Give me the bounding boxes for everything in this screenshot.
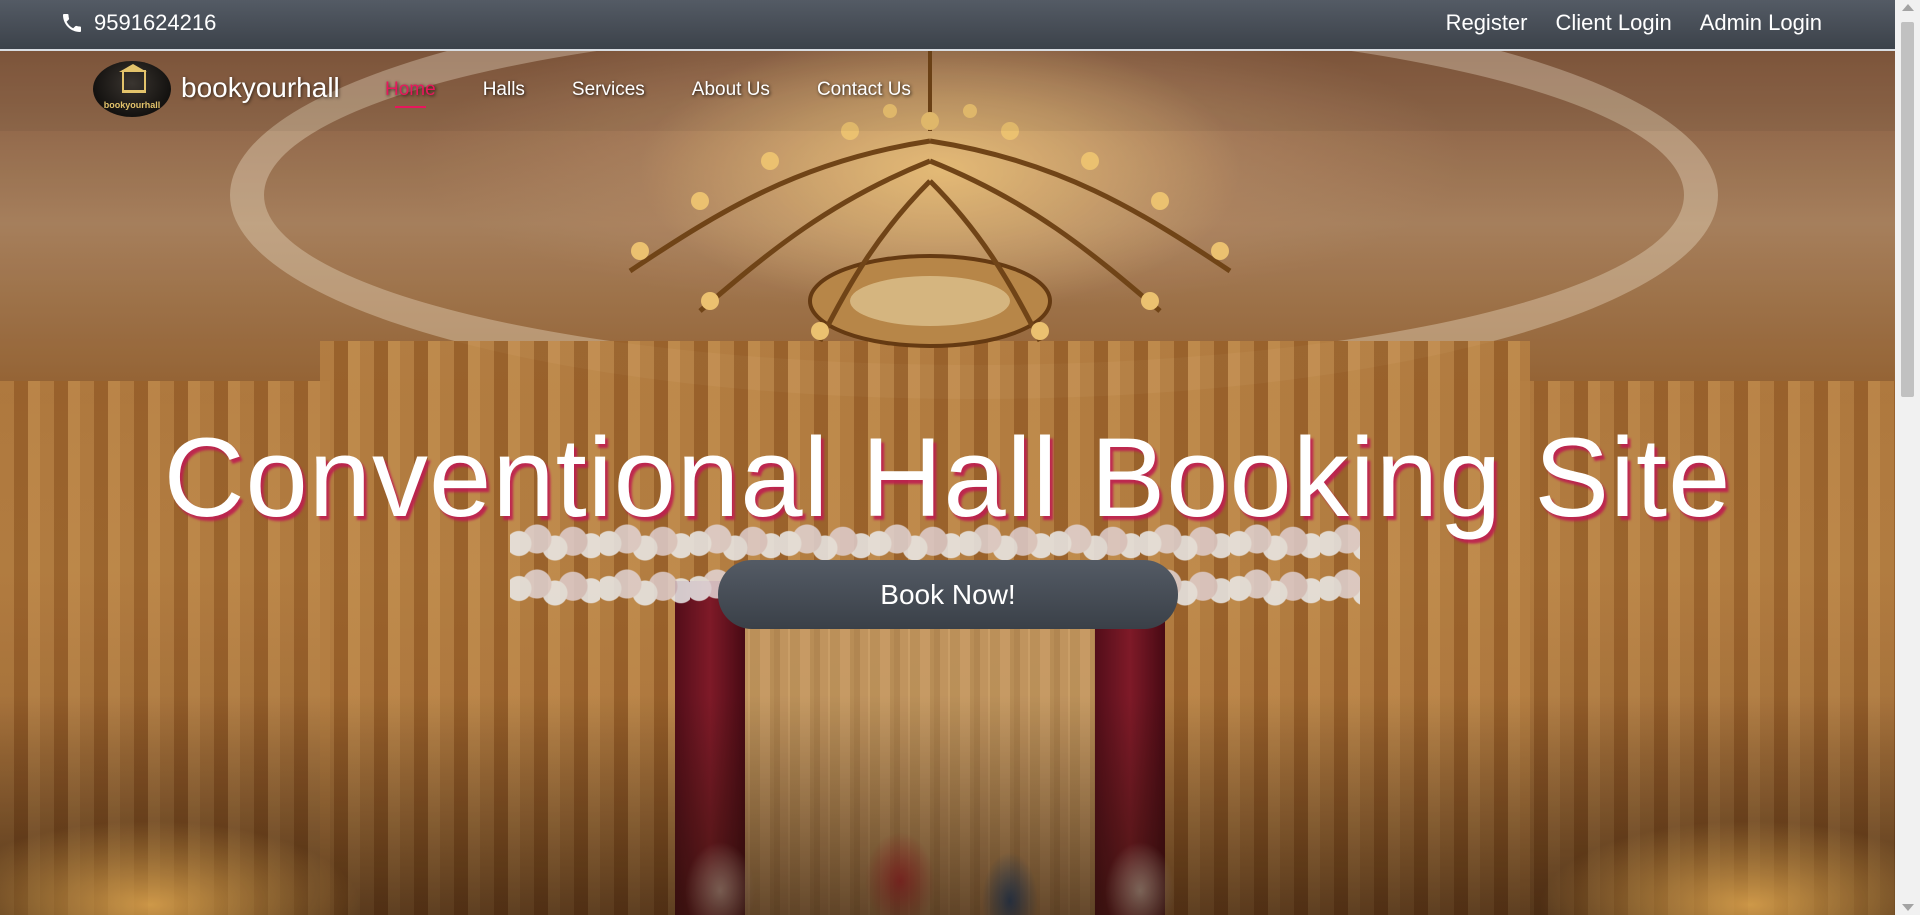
scroll-down-icon[interactable] [1902,904,1914,911]
phone-number: 9591624216 [94,10,217,35]
register-link[interactable]: Register [1446,10,1528,36]
hero-headline: Conventional Hall Booking Site [163,415,1732,540]
hall-icon [119,64,147,93]
nav-home[interactable]: Home [385,79,436,108]
phone-icon [63,13,81,32]
top-links: Register Client Login Admin Login [1446,10,1822,36]
scroll-thumb[interactable] [1901,22,1914,397]
nav-links: Home Halls Services About Us Contact Us [385,79,911,108]
nav-halls[interactable]: Halls [483,79,525,101]
nav-contact-us[interactable]: Contact Us [817,79,911,101]
client-login-link[interactable]: Client Login [1556,10,1672,36]
scroll-up-icon[interactable] [1902,4,1914,11]
site-logo[interactable]: bookyourhall [93,61,171,117]
main-navbar: bookyourhall bookyourhall Home Halls Ser… [0,51,1895,131]
book-now-button[interactable]: Book Now! [718,560,1178,629]
admin-login-link[interactable]: Admin Login [1700,10,1822,36]
logo-text: bookyourhall [103,100,161,110]
top-bar: 9591624216 Register Client Login Admin L… [0,0,1895,51]
page-scrollbar[interactable] [1895,0,1920,915]
nav-services[interactable]: Services [572,79,645,101]
brand-name[interactable]: bookyourhall [181,72,340,104]
nav-about-us[interactable]: About Us [692,79,770,101]
phone-contact: 9591624216 [60,10,216,36]
